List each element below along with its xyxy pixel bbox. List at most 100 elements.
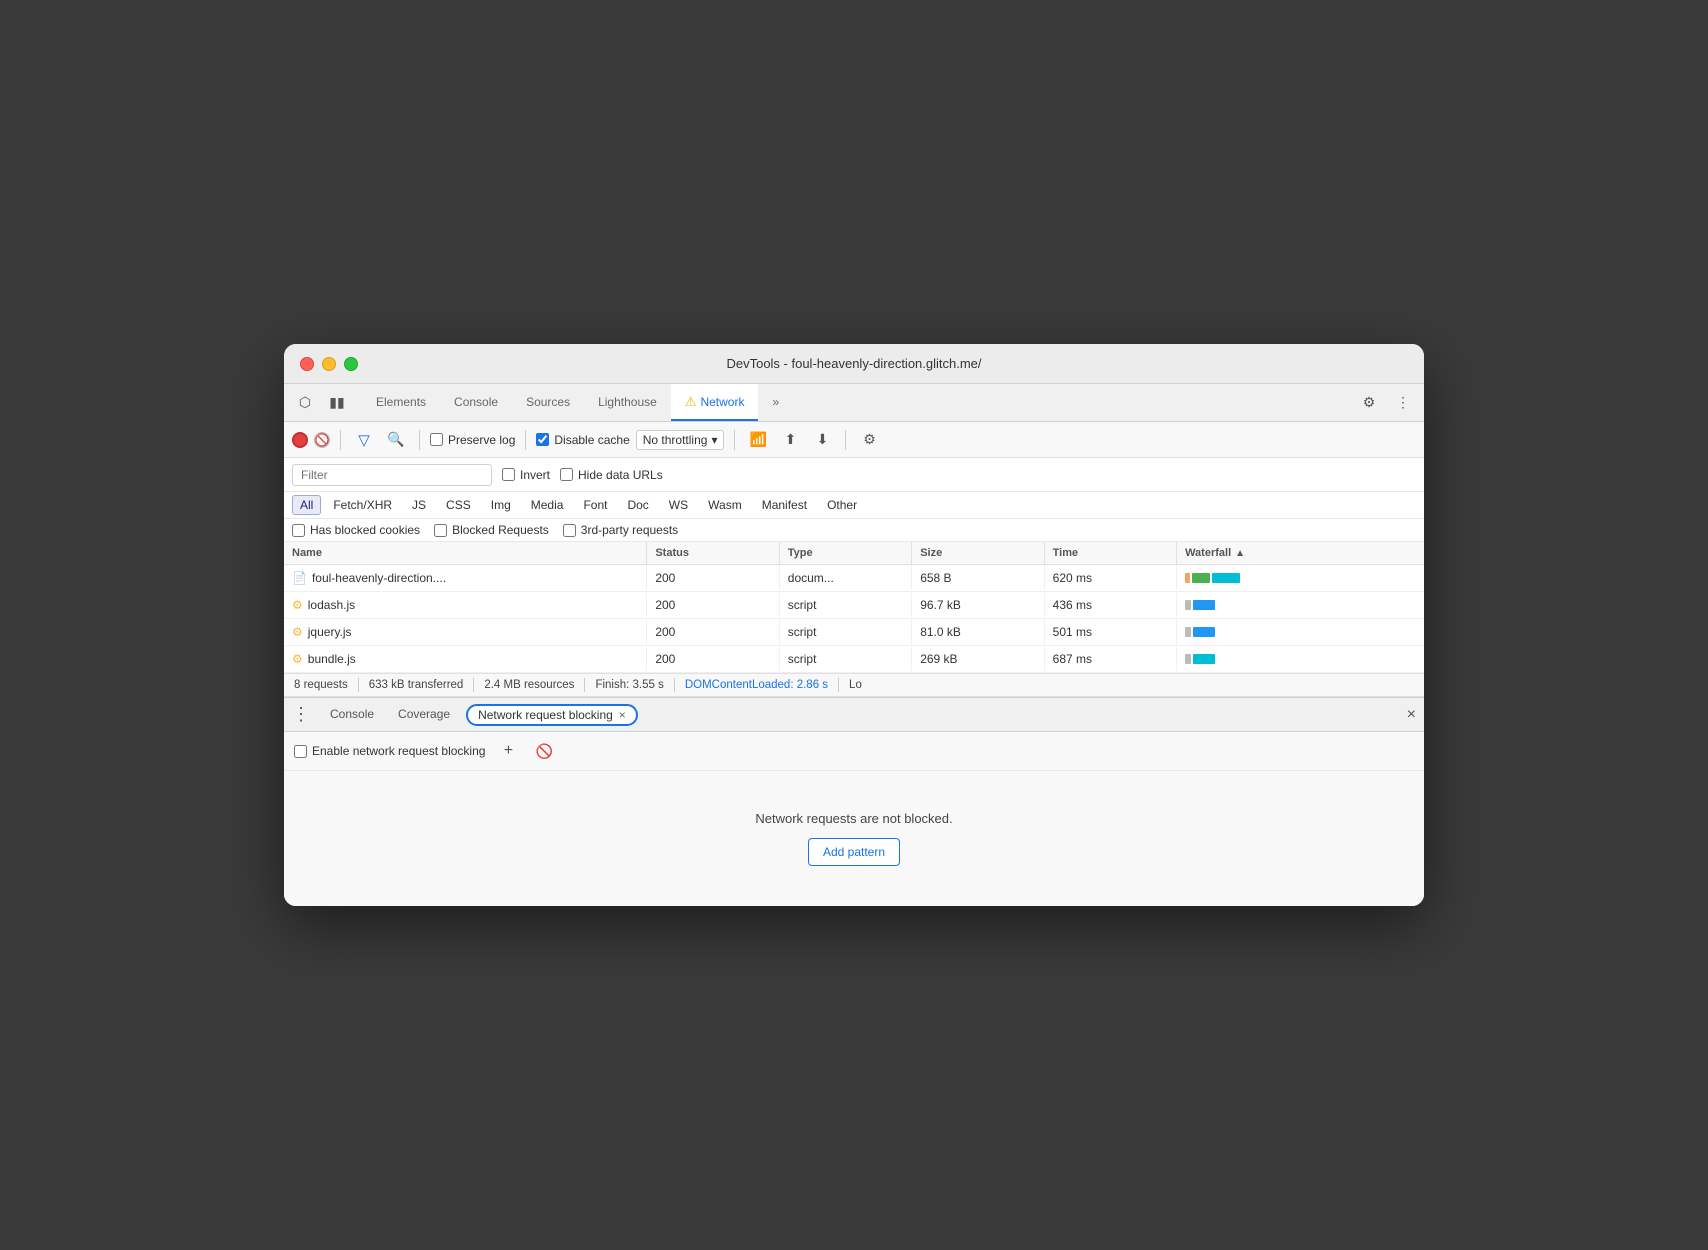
throttle-select[interactable]: No throttling ▾	[636, 430, 725, 450]
blocked-cookies-checkbox[interactable]	[292, 524, 305, 537]
row-name: ⚙ bundle.js	[284, 647, 647, 671]
type-filter-css[interactable]: CSS	[438, 495, 479, 515]
type-filter-img[interactable]: Img	[483, 495, 519, 515]
add-pattern-button[interactable]: Add pattern	[808, 838, 900, 866]
third-party-checkbox[interactable]	[563, 524, 576, 537]
type-filter-font[interactable]: Font	[575, 495, 615, 515]
window-title: DevTools - foul-heavenly-direction.glitc…	[726, 356, 981, 371]
traffic-lights	[300, 357, 358, 371]
import-har-icon[interactable]: ⬆	[777, 427, 803, 453]
status-dom-content-loaded: DOMContentLoaded: 2.86 s	[685, 679, 828, 691]
status-sep-4	[674, 678, 675, 692]
tab-bar-icons: ⬡ ▮▮	[292, 390, 350, 416]
devtools-window: DevTools - foul-heavenly-direction.glitc…	[284, 344, 1424, 906]
type-filter-bar: All Fetch/XHR JS CSS Img Media Font Doc …	[284, 492, 1424, 519]
tab-lighthouse[interactable]: Lighthouse	[584, 384, 671, 421]
bottom-more-icon[interactable]: ⋮	[292, 704, 310, 725]
row-status: 200	[647, 647, 779, 671]
preserve-log-checkbox[interactable]	[430, 433, 443, 446]
waterfall-bars	[1185, 570, 1416, 586]
network-table: Name Status Type Size Time Waterfall ▲	[284, 542, 1424, 673]
col-header-waterfall[interactable]: Waterfall ▲	[1177, 542, 1424, 564]
record-button[interactable]	[292, 432, 308, 448]
tab-network[interactable]: ⚠ Network	[671, 384, 759, 421]
enable-blocking-label[interactable]: Enable network request blocking	[294, 744, 485, 758]
type-filter-other[interactable]: Other	[819, 495, 865, 515]
cursor-icon[interactable]: ⬡	[292, 390, 318, 416]
blocking-empty-state: Network requests are not blocked. Add pa…	[284, 771, 1424, 906]
tab-console[interactable]: Console	[440, 384, 512, 421]
table-row[interactable]: ⚙ lodash.js 200 script 96.7 kB 436 ms	[284, 592, 1424, 619]
hide-data-urls-checkbox[interactable]	[560, 468, 573, 481]
add-pattern-plus-button[interactable]: +	[495, 738, 521, 764]
bottom-tab-coverage[interactable]: Coverage	[386, 698, 462, 731]
type-filter-manifest[interactable]: Manifest	[754, 495, 815, 515]
tab-more[interactable]: »	[758, 384, 793, 421]
titlebar: DevTools - foul-heavenly-direction.glitc…	[284, 344, 1424, 384]
blocked-requests-label[interactable]: Blocked Requests	[434, 523, 549, 537]
blocked-requests-checkbox[interactable]	[434, 524, 447, 537]
type-filter-doc[interactable]: Doc	[619, 495, 656, 515]
preserve-log-label[interactable]: Preserve log	[430, 433, 515, 447]
clear-button[interactable]: 🚫	[314, 432, 330, 448]
bottom-tab-console[interactable]: Console	[318, 698, 386, 731]
table-row[interactable]: ⚙ bundle.js 200 script 269 kB 687 ms	[284, 646, 1424, 673]
search-icon[interactable]: 🔍	[383, 427, 409, 453]
devtools-body: ⬡ ▮▮ Elements Console Sources Lighthouse…	[284, 384, 1424, 906]
third-party-label[interactable]: 3rd-party requests	[563, 523, 678, 537]
blocked-cookies-label[interactable]: Has blocked cookies	[292, 523, 420, 537]
network-conditions-icon[interactable]: 📶	[745, 427, 771, 453]
main-tab-bar: ⬡ ▮▮ Elements Console Sources Lighthouse…	[284, 384, 1424, 422]
tab-sources[interactable]: Sources	[512, 384, 584, 421]
settings-gear-icon[interactable]: ⚙	[856, 427, 882, 453]
bottom-tab-network-blocking[interactable]: Network request blocking ×	[466, 704, 638, 726]
col-header-name[interactable]: Name	[284, 542, 647, 564]
invert-checkbox-label[interactable]: Invert	[502, 468, 550, 482]
warning-icon: ⚠	[685, 394, 697, 410]
row-type: docum...	[780, 566, 912, 590]
maximize-button[interactable]	[344, 357, 358, 371]
filter-icon[interactable]: ▽	[351, 427, 377, 453]
wf-bar-total	[1193, 627, 1215, 637]
tab-elements[interactable]: Elements	[362, 384, 440, 421]
table-row[interactable]: ⚙ jquery.js 200 script 81.0 kB 501 ms	[284, 619, 1424, 646]
js-icon: ⚙	[292, 625, 303, 639]
table-row[interactable]: 📄 foul-heavenly-direction.... 200 docum.…	[284, 565, 1424, 592]
status-finish: Finish: 3.55 s	[595, 679, 663, 691]
type-filter-wasm[interactable]: Wasm	[700, 495, 750, 515]
type-filter-fetch[interactable]: Fetch/XHR	[325, 495, 400, 515]
type-filter-all[interactable]: All	[292, 495, 321, 515]
more-options-icon[interactable]: ⋮	[1390, 390, 1416, 416]
waterfall-bars	[1185, 624, 1416, 640]
minimize-button[interactable]	[322, 357, 336, 371]
type-filter-js[interactable]: JS	[404, 495, 434, 515]
type-filter-ws[interactable]: WS	[661, 495, 696, 515]
disable-cache-checkbox[interactable]	[536, 433, 549, 446]
network-blocking-label: Network request blocking	[478, 708, 613, 722]
col-header-size[interactable]: Size	[912, 542, 1044, 564]
filter-input[interactable]	[292, 464, 492, 486]
wf-bar-waiting	[1185, 654, 1191, 664]
export-har-icon[interactable]: ⬇	[809, 427, 835, 453]
row-waterfall	[1177, 592, 1424, 618]
close-bottom-panel-icon[interactable]: ×	[1407, 706, 1416, 724]
network-blocking-close-icon[interactable]: ×	[619, 708, 626, 722]
enable-blocking-checkbox[interactable]	[294, 745, 307, 758]
block-pattern-cancel-icon[interactable]: 🚫	[531, 738, 557, 764]
toolbar-separator-3	[525, 430, 526, 450]
settings-icon[interactable]: ⚙	[1356, 390, 1382, 416]
col-header-type[interactable]: Type	[780, 542, 912, 564]
type-filter-media[interactable]: Media	[523, 495, 572, 515]
invert-checkbox[interactable]	[502, 468, 515, 481]
col-header-time[interactable]: Time	[1045, 542, 1177, 564]
status-sep-1	[358, 678, 359, 692]
row-time: 620 ms	[1045, 566, 1177, 590]
device-icon[interactable]: ▮▮	[324, 390, 350, 416]
col-header-status[interactable]: Status	[647, 542, 779, 564]
row-name: ⚙ lodash.js	[284, 593, 647, 617]
row-status: 200	[647, 620, 779, 644]
hide-data-urls-label[interactable]: Hide data URLs	[560, 468, 663, 482]
close-button[interactable]	[300, 357, 314, 371]
toolbar-separator-4	[734, 430, 735, 450]
disable-cache-label[interactable]: Disable cache	[536, 433, 629, 447]
